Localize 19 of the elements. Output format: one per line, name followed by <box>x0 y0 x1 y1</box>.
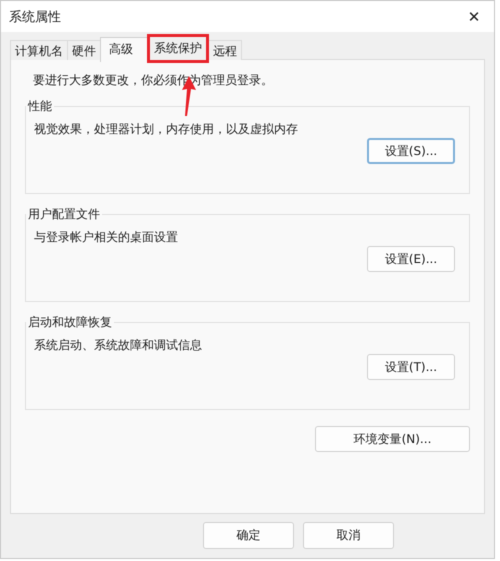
tab[interactable]: 硬件 <box>67 40 101 60</box>
tab[interactable]: 高级 <box>100 37 148 62</box>
tab[interactable]: 远程 <box>208 40 242 60</box>
group-description: 视觉效果，处理器计划，内存使用，以及虚拟内存 <box>34 121 299 138</box>
close-button[interactable]: ✕ <box>454 1 494 32</box>
group-title: 用户配置文件 <box>27 206 101 223</box>
tab[interactable]: 计算机名 <box>10 40 68 60</box>
group-description: 与登录帐户相关的桌面设置 <box>34 229 179 246</box>
dialog-button[interactable]: 确定 <box>203 522 294 549</box>
tab[interactable]: 系统保护 <box>147 34 209 63</box>
dialog-button[interactable]: 取消 <box>303 522 394 549</box>
group-description: 系统启动、系统故障和调试信息 <box>34 337 203 354</box>
group-title: 启动和故障恢复 <box>27 314 113 331</box>
settings-button[interactable]: 设置(E)... <box>367 246 455 272</box>
environment-variables-button[interactable]: 环境变量(N)... <box>315 426 470 452</box>
group-title: 性能 <box>26 98 53 115</box>
settings-button[interactable]: 设置(S)... <box>367 138 455 164</box>
window-title: 系统属性 <box>9 8 61 26</box>
settings-button[interactable]: 设置(T)... <box>367 354 455 380</box>
